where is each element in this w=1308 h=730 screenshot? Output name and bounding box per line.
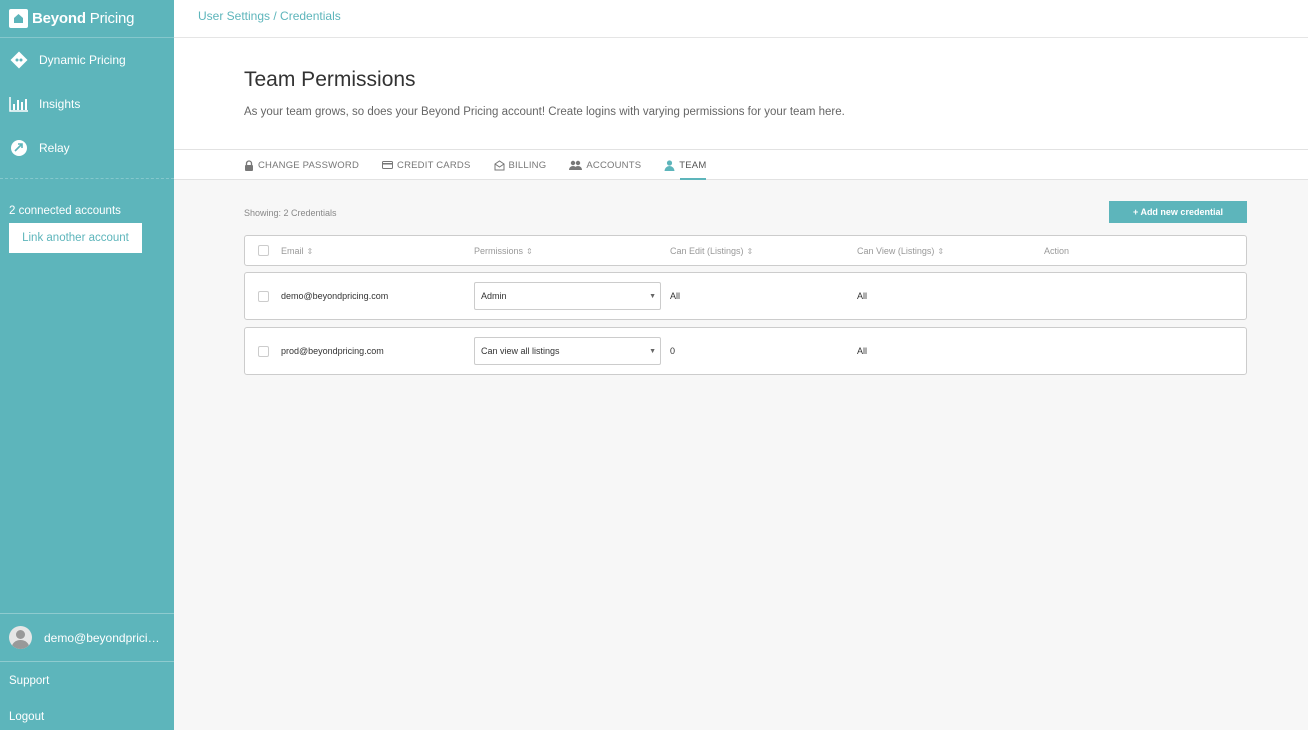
nav-label: Insights	[39, 97, 81, 111]
permission-select-value: Admin	[481, 291, 507, 301]
billing-icon	[494, 159, 505, 171]
logout-link[interactable]: Logout	[9, 711, 44, 723]
chevron-down-icon: ▼	[649, 292, 656, 300]
column-can-edit[interactable]: Can Edit (Listings) ⇕	[670, 246, 857, 256]
sort-icon: ⇕	[937, 246, 945, 256]
link-another-account-button[interactable]: Link another account	[9, 223, 142, 253]
permission-select[interactable]: Admin ▼	[474, 282, 661, 310]
column-email-label: Email	[281, 245, 304, 256]
support-link[interactable]: Support	[9, 675, 49, 687]
user-menu[interactable]: demo@beyondpricing.com	[0, 613, 174, 662]
add-new-credential-button[interactable]: + Add new credential	[1109, 201, 1247, 223]
tab-credit-cards[interactable]: CREDIT CARDS	[382, 150, 470, 180]
brand-name-light: Pricing	[85, 10, 135, 27]
credentials-table-header: Email ⇕ Permissions ⇕ Can Edit (Listings) ⇕…	[244, 235, 1247, 266]
credit-card-icon	[382, 161, 394, 169]
tab-billing[interactable]: BILLING	[494, 150, 547, 180]
settings-tabs: CHANGE PASSWORD CREDIT CARDS BILLING ACC…	[174, 150, 1308, 180]
bar-chart-icon	[9, 94, 29, 114]
main-content: User Settings / Credentials Team Permiss…	[174, 0, 1308, 730]
credentials-count: Showing: 2 Credentials	[244, 208, 337, 218]
dynamic-pricing-icon	[9, 50, 29, 70]
page-header: Team Permissions As your team grows, so …	[174, 38, 1308, 150]
row-email: prod@beyondpricing.com	[281, 346, 384, 356]
nav-item-insights[interactable]: Insights	[0, 82, 174, 126]
column-permissions[interactable]: Permissions ⇕	[474, 246, 670, 256]
column-can-edit-label: Can Edit (Listings)	[670, 245, 744, 256]
row-checkbox[interactable]	[258, 290, 269, 302]
column-can-view[interactable]: Can View (Listings) ⇕	[857, 246, 1044, 256]
lock-icon	[244, 159, 254, 171]
breadcrumb: User Settings / Credentials	[174, 0, 1308, 38]
row-can-edit: All	[670, 291, 681, 301]
column-can-view-label: Can View (Listings)	[857, 245, 935, 256]
select-all-checkbox[interactable]	[258, 245, 269, 256]
tab-label: CHANGE PASSWORD	[258, 159, 360, 171]
column-permissions-label: Permissions	[474, 245, 524, 256]
permission-select-value: Can view all listings	[481, 346, 560, 356]
nav-item-relay[interactable]: Relay	[0, 126, 174, 170]
column-action: Action	[1044, 245, 1070, 256]
tab-change-password[interactable]: CHANGE PASSWORD	[244, 150, 359, 180]
nav-label: Relay	[39, 141, 70, 155]
user-icon	[664, 159, 675, 171]
row-checkbox[interactable]	[258, 345, 269, 357]
brand-name-bold: Beyond	[32, 10, 86, 27]
row-permissions: Can view all listings ▼	[474, 337, 670, 365]
nav-label: Dynamic Pricing	[39, 53, 126, 67]
table-row: prod@beyondpricing.com Can view all list…	[244, 327, 1247, 375]
tab-label: TEAM	[679, 159, 707, 171]
row-permissions: Admin ▼	[474, 282, 670, 310]
tab-label: ACCOUNTS	[586, 159, 642, 171]
tab-team[interactable]: TEAM	[664, 150, 707, 180]
table-row: demo@beyondpricing.com Admin ▼ All All	[244, 272, 1247, 320]
avatar	[9, 626, 32, 649]
brand-logo[interactable]: Beyond Pricing	[0, 0, 174, 38]
nav-item-dynamic-pricing[interactable]: Dynamic Pricing	[0, 38, 174, 82]
row-can-edit: 0	[670, 346, 676, 356]
accounts-icon	[569, 160, 583, 170]
chevron-down-icon: ▼	[649, 347, 656, 355]
tab-label: CREDIT CARDS	[397, 159, 471, 171]
sidebar: Beyond Pricing Dynamic Pricing Insights …	[0, 0, 174, 730]
tab-label: BILLING	[508, 159, 547, 171]
tab-accounts[interactable]: ACCOUNTS	[569, 150, 641, 180]
sort-icon: ⇕	[306, 246, 314, 256]
sort-icon: ⇕	[526, 246, 533, 256]
permission-select[interactable]: Can view all listings ▼	[474, 337, 661, 365]
connected-accounts-count: 2 connected accounts	[9, 205, 121, 217]
sort-icon: ⇕	[746, 246, 754, 256]
row-can-view: All	[857, 346, 868, 356]
house-logo-icon	[9, 9, 28, 28]
column-email[interactable]: Email ⇕	[281, 246, 474, 256]
breadcrumb-text[interactable]: User Settings / Credentials	[198, 9, 341, 23]
row-can-view: All	[857, 291, 868, 301]
relay-icon	[9, 138, 29, 158]
page-title: Team Permissions	[244, 68, 416, 91]
row-email: demo@beyondpricing.com	[281, 291, 389, 301]
user-email: demo@beyondpricing.com	[44, 630, 164, 645]
page-description: As your team grows, so does your Beyond …	[244, 106, 845, 118]
